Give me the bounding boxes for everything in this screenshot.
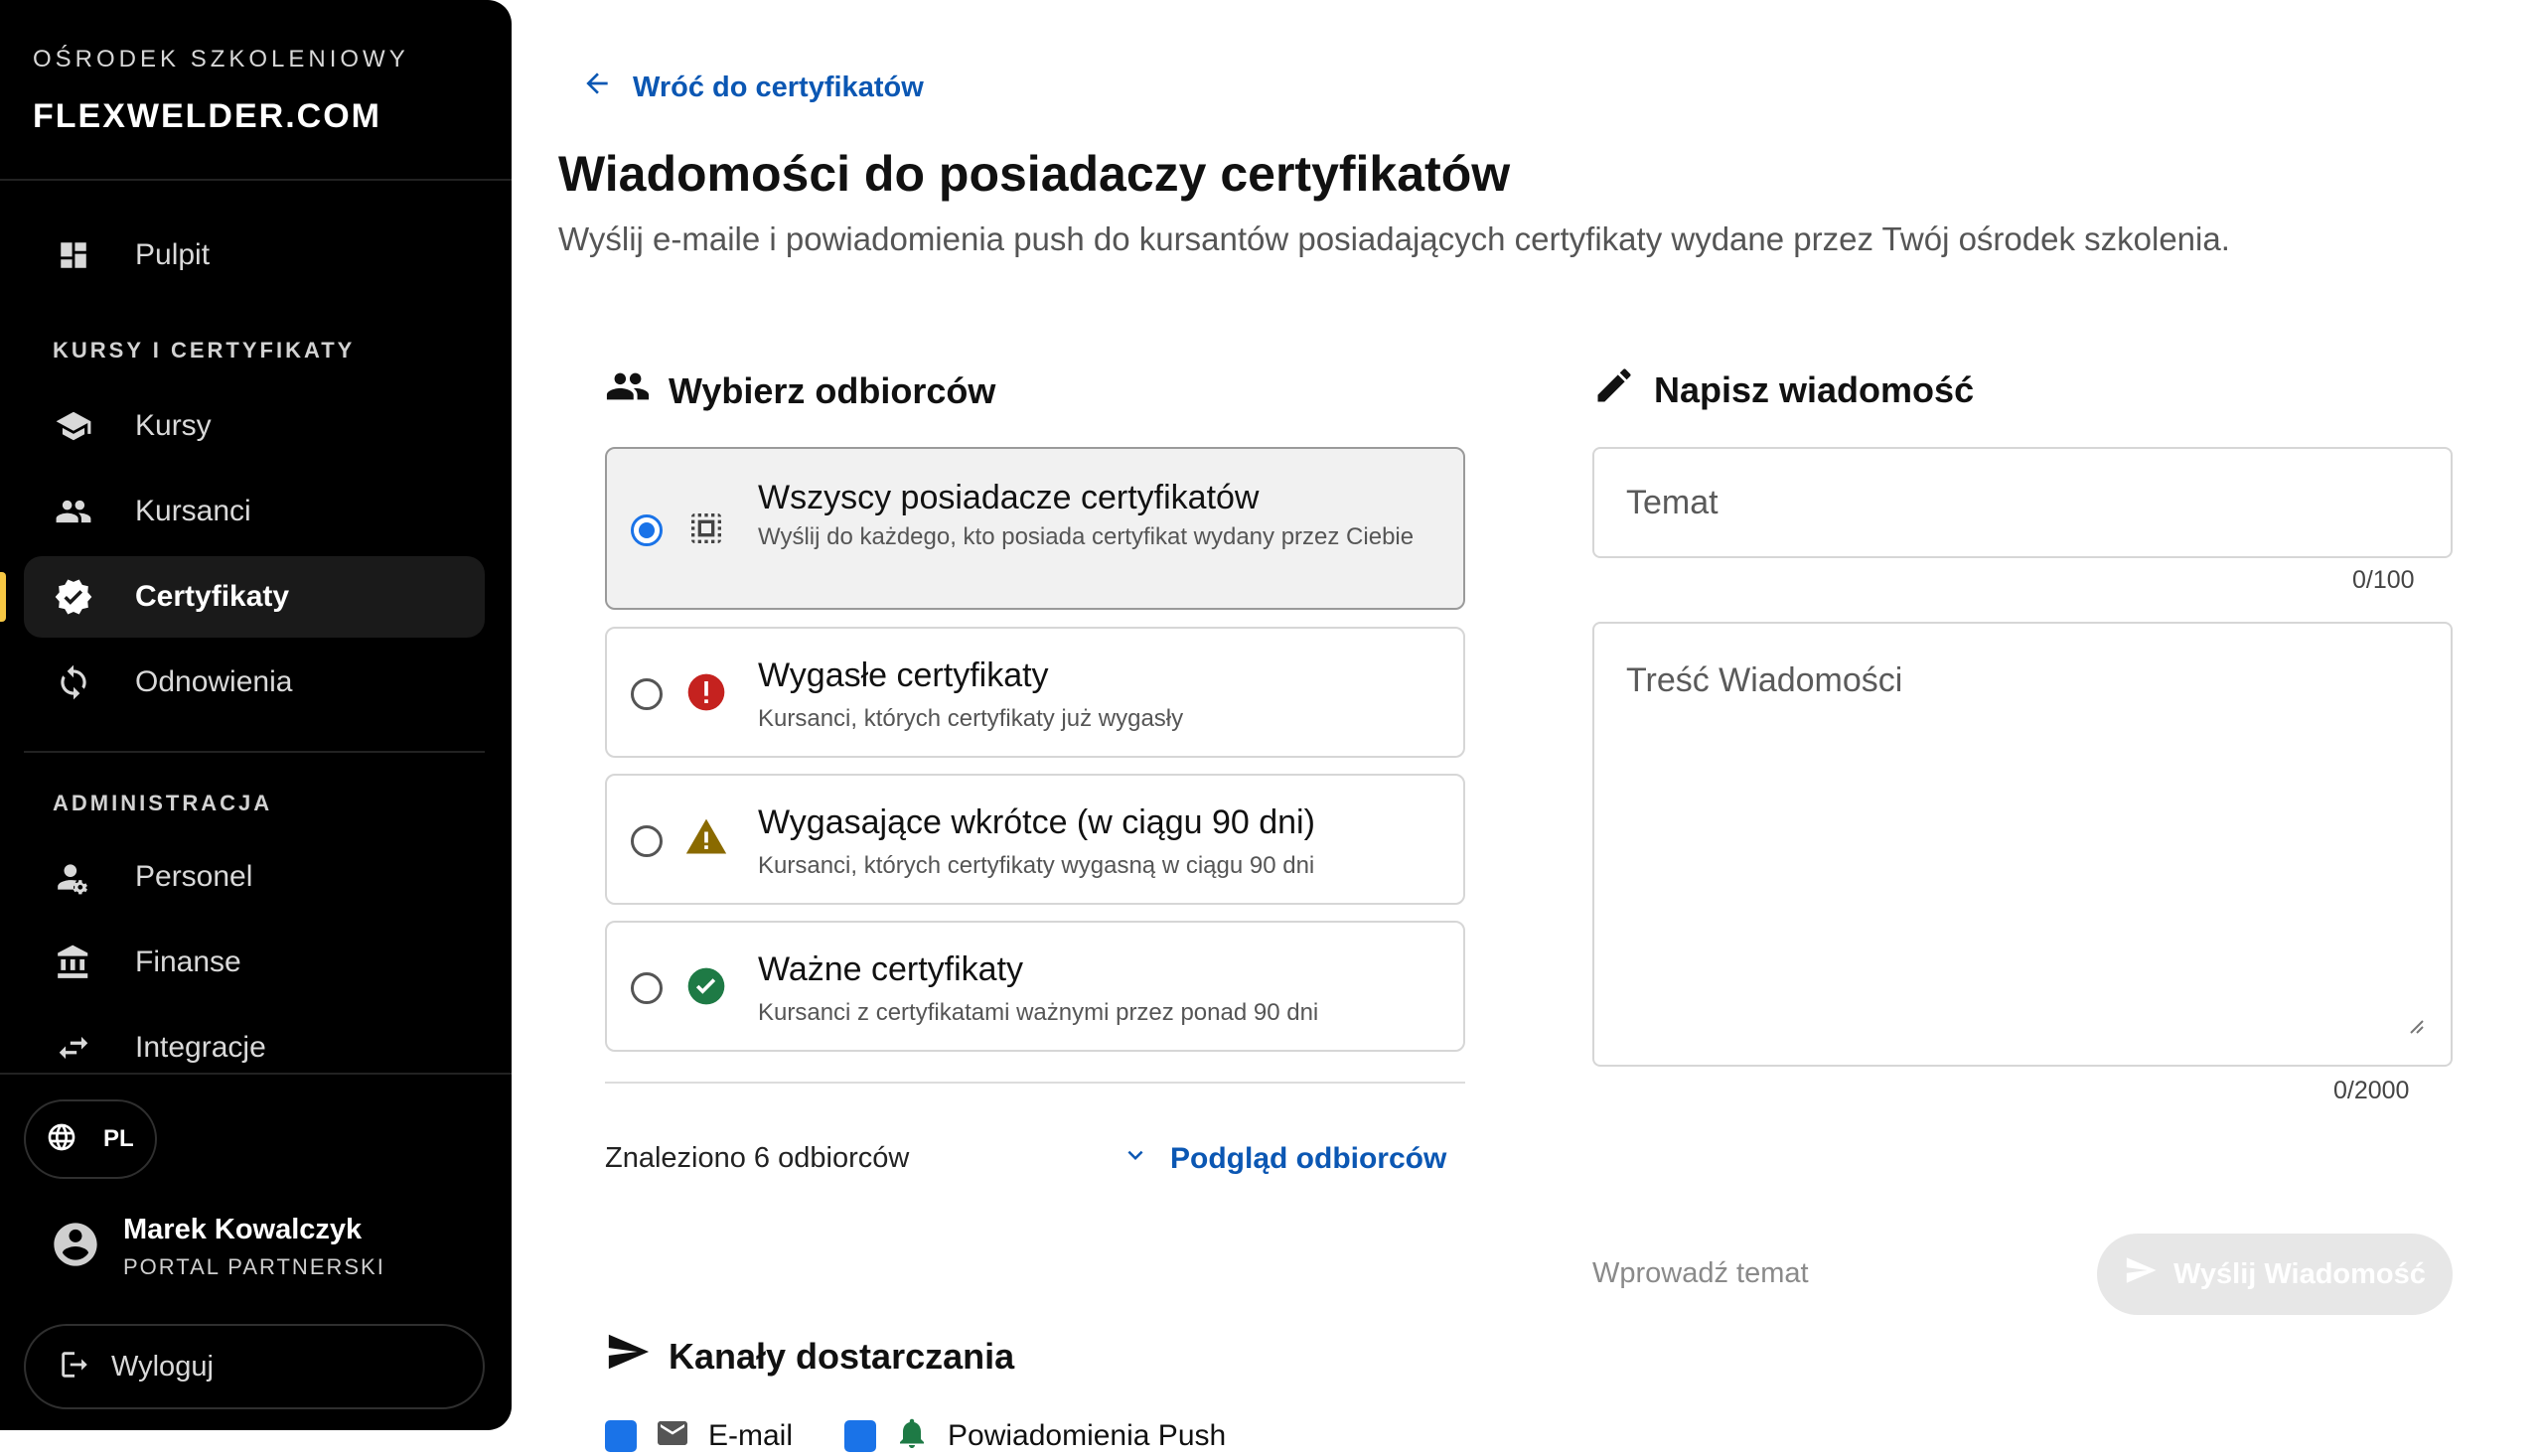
option-title: Ważne certyfikaty (758, 950, 1024, 988)
sidebar-item-kursy[interactable]: Kursy (24, 385, 485, 467)
brand-logo[interactable]: FLEXWELDER.COM (33, 97, 409, 136)
dashboard-icon (52, 233, 95, 277)
swap-arrows-icon (52, 1026, 95, 1070)
error-icon (684, 670, 728, 714)
user-role: PORTAL PARTNERSKI (123, 1254, 385, 1279)
sidebar-item-label: Integracje (135, 1031, 266, 1064)
email-channel-label: E-mail (708, 1418, 794, 1452)
sidebar-section-courses: KURSY I CERTYFIKATY (53, 338, 356, 363)
sidebar-item-kursanci[interactable]: Kursanci (24, 471, 485, 552)
recipients-heading-label: Wybierz odbiorców (669, 369, 996, 411)
option-title: Wszyscy posiadacze certyfikatów (758, 479, 1260, 516)
sidebar-item-personel[interactable]: Personel (24, 836, 485, 918)
refresh-icon (52, 660, 95, 704)
sidebar-item-label: Certyfikaty (135, 580, 290, 613)
recipients-heading: Wybierz odbiorców (605, 364, 995, 418)
sidebar-item-certyfikaty[interactable]: Certyfikaty (24, 556, 485, 638)
school-icon (52, 404, 95, 448)
radio-expiring-soon[interactable] (631, 825, 663, 857)
brand: OŚRODEK SZKOLENIOWY FLEXWELDER.COM (33, 46, 409, 136)
send-icon (2124, 1253, 2158, 1295)
preview-recipients-toggle[interactable]: Podgląd odbiorców (1121, 1140, 1446, 1178)
sidebar: OŚRODEK SZKOLENIOWY FLEXWELDER.COM Pulpi… (0, 0, 512, 1430)
option-description: Wyślij do każdego, kto posiada certyfika… (758, 523, 1415, 550)
compose-heading-label: Napisz wiadomość (1654, 368, 1975, 410)
option-description: Kursanci, których certyfikaty wygasną w … (758, 852, 1315, 879)
recipient-option-valid[interactable]: Ważne certyfikaty Kursanci z certyfikata… (605, 921, 1465, 1052)
group-icon (605, 364, 651, 418)
user-profile[interactable]: Marek Kowalczyk PORTAL PARTNERSKI (50, 1214, 385, 1280)
divider (605, 1082, 1465, 1084)
radio-valid[interactable] (631, 972, 663, 1004)
recipient-option-expiring-soon[interactable]: Wygasające wkrótce (w ciągu 90 dni) Kurs… (605, 774, 1465, 905)
globe-icon (46, 1121, 77, 1158)
warning-icon (684, 815, 728, 859)
logout-button[interactable]: Wyloguj (24, 1324, 485, 1409)
sidebar-item-odnowienia[interactable]: Odnowienia (24, 642, 485, 723)
check-circle-icon (684, 964, 728, 1008)
verified-badge-icon (52, 575, 95, 619)
channels-heading-label: Kanały dostarczania (669, 1335, 1015, 1377)
subject-input[interactable] (1592, 447, 2453, 558)
send-icon (605, 1329, 651, 1383)
sidebar-item-label: Odnowienia (135, 665, 293, 698)
recipients-count: Znaleziono 6 odbiorców (605, 1142, 910, 1174)
sidebar-item-pulpit[interactable]: Pulpit (24, 215, 485, 296)
radio-expired[interactable] (631, 678, 663, 710)
mail-icon (655, 1415, 690, 1456)
chevron-down-icon (1121, 1140, 1150, 1178)
option-title: Wygasające wkrótce (w ciągu 90 dni) (758, 803, 1315, 841)
validation-hint: Wprowadź temat (1592, 1257, 1809, 1289)
push-checkbox[interactable] (844, 1419, 877, 1452)
compose-heading: Napisz wiadomość (1592, 364, 1974, 416)
sidebar-item-label: Pulpit (135, 238, 211, 271)
send-button-label: Wyślij Wiadomość (2173, 1257, 2426, 1290)
language-switcher[interactable]: PL (24, 1099, 157, 1179)
subject-counter: 0/100 (2352, 566, 2415, 594)
sidebar-item-label: Finanse (135, 946, 241, 978)
recipient-option-expired[interactable]: Wygasłe certyfikaty Kursanci, których ce… (605, 627, 1465, 758)
logout-icon (58, 1348, 91, 1386)
user-name: Marek Kowalczyk (123, 1214, 363, 1245)
sidebar-item-label: Kursanci (135, 495, 251, 527)
sidebar-divider (0, 1073, 512, 1075)
sidebar-item-finanse[interactable]: Finanse (24, 922, 485, 1003)
back-to-certificates-link[interactable]: Wróć do certyfikatów (581, 68, 924, 107)
page-title: Wiadomości do posiadaczy certyfikatów (558, 146, 1511, 202)
bank-icon (52, 941, 95, 984)
page-subtitle: Wyślij e-maile i powiadomienia push do k… (558, 220, 2230, 257)
body-counter: 0/2000 (2333, 1077, 2410, 1104)
radio-all[interactable] (631, 514, 663, 546)
preview-recipients-label: Podgląd odbiorców (1170, 1142, 1447, 1175)
sidebar-divider (0, 179, 512, 181)
select-all-icon (684, 507, 728, 550)
language-code: PL (103, 1125, 134, 1152)
staff-settings-icon (52, 855, 95, 899)
sidebar-item-label: Kursy (135, 409, 212, 442)
people-icon (52, 490, 95, 533)
sidebar-item-integracje[interactable]: Integracje (24, 1007, 485, 1089)
brand-kicker: OŚRODEK SZKOLENIOWY (33, 46, 409, 73)
recipient-option-all[interactable]: Wszyscy posiadacze certyfikatów Wyślij d… (605, 447, 1465, 610)
notification-icon (894, 1415, 930, 1456)
sidebar-item-label: Personel (135, 860, 253, 893)
logout-label: Wyloguj (111, 1350, 214, 1383)
avatar-icon (50, 1219, 101, 1275)
arrow-left-icon (581, 68, 613, 107)
send-message-button[interactable]: Wyślij Wiadomość (2097, 1234, 2453, 1315)
sidebar-section-admin: ADMINISTRACJA (53, 791, 273, 815)
push-channel-label: Powiadomienia Push (948, 1418, 1227, 1452)
channels-heading: Kanały dostarczania (605, 1329, 1014, 1383)
back-link-label: Wróć do certyfikatów (633, 71, 924, 103)
delivery-channels: E-mail Powiadomienia Push (605, 1415, 1226, 1456)
sidebar-divider (24, 751, 485, 753)
pencil-icon (1592, 364, 1636, 416)
option-description: Kursanci z certyfikatami ważnymi przez p… (758, 999, 1319, 1026)
option-title: Wygasłe certyfikaty (758, 656, 1049, 694)
option-description: Kursanci, których certyfikaty już wygasł… (758, 705, 1184, 732)
message-body-input[interactable] (1592, 622, 2453, 1067)
active-indicator (0, 572, 6, 622)
resize-handle-icon[interactable] (2405, 1015, 2425, 1035)
email-checkbox[interactable] (605, 1419, 637, 1452)
